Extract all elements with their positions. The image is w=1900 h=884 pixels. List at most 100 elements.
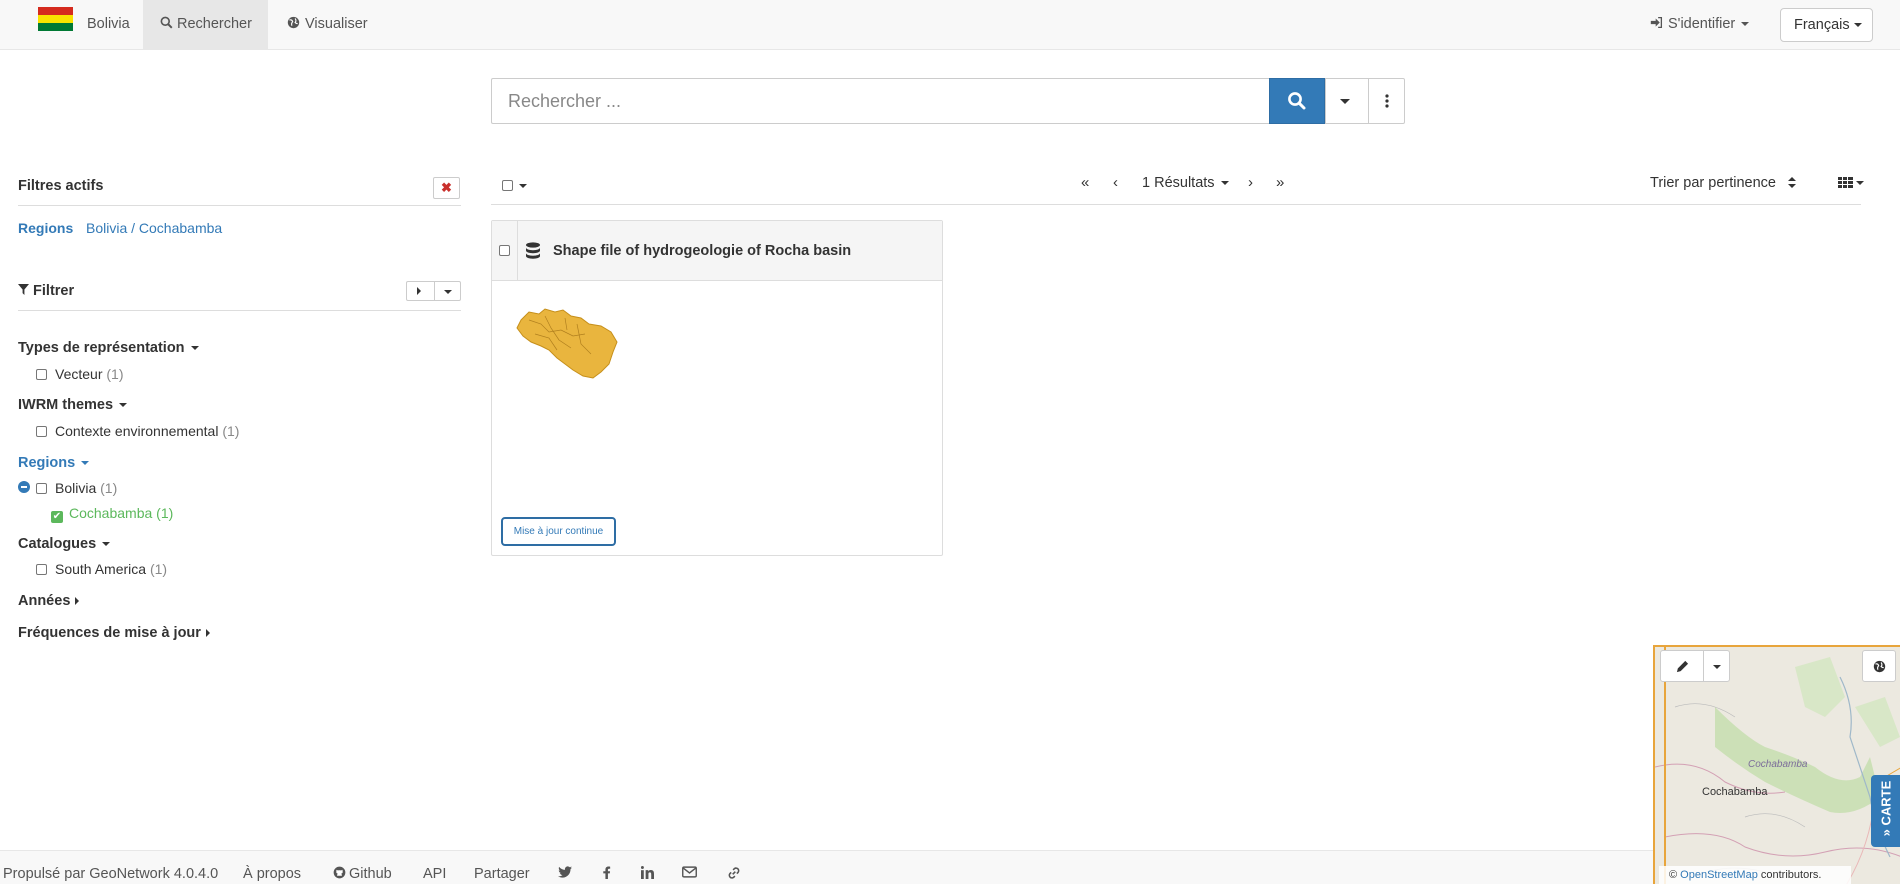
first-page-button[interactable]: «	[1081, 174, 1089, 191]
facebook-icon[interactable]	[603, 866, 611, 883]
facet-title-frequences[interactable]: Fréquences de mise à jour	[18, 625, 210, 641]
divider	[491, 204, 1861, 205]
checkbox[interactable]	[36, 369, 47, 380]
linkedin-icon[interactable]	[640, 866, 654, 883]
footer-github-link[interactable]: Github	[333, 866, 392, 882]
update-frequency-badge[interactable]: Mise à jour continue	[501, 517, 616, 546]
search-options-dropdown[interactable]	[1325, 78, 1369, 124]
chevron-down-icon[interactable]	[1713, 665, 1721, 669]
facet-title-regions-label: Regions	[18, 455, 76, 471]
nav-tab-visualize[interactable]: Visualiser	[287, 0, 368, 50]
expand-all-button[interactable]	[417, 287, 421, 295]
chevron-down-icon	[102, 542, 111, 547]
facet-title-annees[interactable]: Années	[18, 593, 80, 609]
next-page-button[interactable]: ›	[1248, 174, 1253, 191]
login-menu[interactable]: S'identifier	[1650, 0, 1750, 50]
facet-item-count: (1)	[149, 561, 168, 577]
facet-title-types[interactable]: Types de représentation	[18, 340, 199, 356]
map-toggle-tab[interactable]: » CARTE	[1871, 775, 1900, 847]
chevron-down-icon	[1856, 181, 1864, 186]
divider	[517, 221, 518, 281]
footer-github-label: Github	[349, 866, 392, 882]
select-all-dropdown[interactable]	[502, 177, 527, 193]
chevron-down-icon	[1340, 99, 1350, 104]
search-icon	[1288, 92, 1306, 110]
facet-item-count: (1)	[106, 366, 124, 382]
footer-powered-by[interactable]: Propulsé par GeoNetwork 4.0.4.0	[3, 866, 218, 882]
facet-item[interactable]: Vecteur (1)	[36, 366, 124, 382]
language-selector[interactable]: Français	[1780, 8, 1873, 42]
sort-dropdown[interactable]: Trier par pertinence	[1650, 175, 1797, 191]
chevron-down-icon	[119, 403, 128, 408]
result-card[interactable]: Shape file of hydrogeologie of Rocha bas…	[491, 220, 943, 556]
checkbox[interactable]	[502, 180, 513, 191]
checkbox-checked[interactable]: ✔	[51, 511, 63, 523]
facet-item-selected[interactable]: ✔ Cochabamba (1)	[51, 505, 173, 523]
chevron-down-icon	[519, 184, 527, 189]
map-extent-line	[1664, 647, 1666, 884]
collapse-menu-button[interactable]	[444, 290, 452, 294]
chevron-down-icon	[1741, 22, 1750, 27]
more-options-button[interactable]	[1368, 78, 1405, 124]
collapse-icon[interactable]	[18, 481, 30, 493]
checkbox[interactable]	[36, 564, 47, 575]
twitter-icon[interactable]	[558, 866, 572, 882]
grid-icon	[1838, 177, 1853, 188]
link-icon[interactable]	[727, 866, 741, 884]
checkbox[interactable]	[36, 426, 47, 437]
map-toggle-label: » CARTE	[1878, 780, 1894, 837]
map-city-label: Cochabamba	[1702, 786, 1768, 798]
facet-item-count: (1)	[100, 480, 118, 496]
facet-item[interactable]: Bolivia (1)	[36, 480, 117, 496]
divider	[434, 282, 435, 300]
login-label: S'identifier	[1668, 16, 1736, 32]
facet-title-catalogues-label: Catalogues	[18, 536, 97, 552]
results-count-label: 1 Résultats	[1142, 175, 1215, 191]
facet-title-iwrm[interactable]: IWRM themes	[18, 397, 128, 413]
result-thumbnail[interactable]	[515, 306, 621, 384]
checkbox[interactable]	[36, 483, 47, 494]
github-icon	[333, 866, 346, 879]
search-input[interactable]	[491, 78, 1269, 124]
bolivia-flag-icon[interactable]	[38, 7, 73, 31]
facet-title-frequences-label: Fréquences de mise à jour	[18, 625, 201, 641]
result-select-checkbox[interactable]	[499, 245, 510, 256]
result-title[interactable]: Shape file of hydrogeologie of Rocha bas…	[553, 243, 851, 259]
view-mode-dropdown[interactable]	[1838, 174, 1864, 190]
map-globe-button[interactable]	[1862, 650, 1896, 682]
footer-about-link[interactable]: À propos	[243, 866, 301, 882]
active-filters-title: Filtres actifs	[18, 178, 104, 194]
result-card-header: Shape file of hydrogeologie of Rocha bas…	[492, 221, 942, 281]
footer-api-link[interactable]: API	[423, 866, 446, 882]
nav-tab-search[interactable]: Rechercher	[143, 0, 268, 50]
search-button[interactable]	[1269, 78, 1325, 124]
facet-title-catalogues[interactable]: Catalogues	[18, 536, 111, 552]
filter-panel-label: Filtrer	[33, 283, 75, 299]
sort-icon	[1788, 177, 1797, 188]
search-icon	[160, 16, 173, 29]
facet-item[interactable]: South America (1)	[36, 561, 167, 577]
brand-link[interactable]: Bolivia	[87, 0, 130, 50]
previous-page-button[interactable]: ‹	[1113, 174, 1118, 191]
map-region-label: Cochabamba	[1748, 759, 1808, 770]
last-page-button[interactable]: »	[1276, 174, 1284, 191]
results-count-dropdown[interactable]: 1 Résultats	[1142, 175, 1229, 191]
facet-title-annees-label: Années	[18, 593, 71, 609]
chevron-down-icon	[1853, 23, 1862, 28]
clear-filters-button[interactable]: ✖	[433, 177, 460, 199]
globe-icon	[287, 16, 300, 29]
facet-item-label: Bolivia	[55, 480, 97, 496]
facet-item[interactable]: Contexte environnemental (1)	[36, 423, 239, 439]
top-navbar: Bolivia Rechercher Visualiser S'identifi…	[0, 0, 1900, 50]
facet-title-regions[interactable]: Regions	[18, 455, 90, 471]
chevron-down-icon	[190, 346, 199, 351]
divider	[18, 310, 461, 311]
filter-icon	[18, 284, 29, 295]
facet-item-count: (1)	[222, 423, 240, 439]
active-filter-value[interactable]: Bolivia / Cochabamba	[86, 220, 222, 236]
map-draw-tool[interactable]	[1660, 650, 1730, 682]
email-icon[interactable]	[682, 866, 697, 882]
database-icon	[526, 242, 540, 259]
chevron-right-icon	[205, 629, 210, 638]
openstreetmap-link[interactable]: OpenStreetMap	[1680, 869, 1758, 881]
